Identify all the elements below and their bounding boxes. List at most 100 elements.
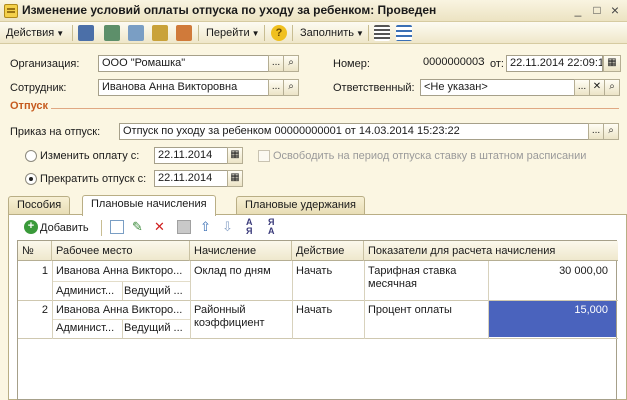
delete-icon[interactable]: ✕ — [154, 219, 168, 234]
row-position: Ведущий ... — [124, 285, 183, 297]
tab-benefits[interactable]: Пособия — [8, 196, 71, 215]
column-divider — [122, 320, 123, 338]
search-icon[interactable]: ⌕ — [283, 79, 299, 96]
calendar-icon[interactable]: ▦ — [603, 55, 621, 72]
free-rate-label: Освободить на период отпуска ставку в шт… — [273, 150, 587, 162]
row-position: Ведущий ... — [124, 322, 183, 334]
change-pay-date-field[interactable]: 22.11.2014 — [154, 147, 228, 164]
actions-label: Действия — [6, 27, 55, 39]
search-icon[interactable]: ⌕ — [603, 123, 619, 140]
goto-menu[interactable]: Перейти ▼ — [206, 25, 260, 41]
stop-leave-label: Прекратить отпуск с: — [40, 173, 147, 185]
toolbar-separator — [198, 25, 199, 41]
section-title-leave: Отпуск — [10, 100, 49, 112]
actions-menu[interactable]: Действия ▼ — [6, 25, 64, 41]
move-down-icon[interactable]: ⇩ — [222, 219, 233, 235]
window-title: Изменение условий оплаты отпуска по уход… — [22, 3, 437, 17]
row-indicator: Тарифная ставка — [368, 265, 457, 277]
calendar-icon[interactable]: ▦ — [227, 147, 243, 164]
row-accrual: Районный — [194, 304, 246, 316]
employee-label: Сотрудник: — [10, 82, 67, 94]
row-value-selected[interactable]: 15,000 — [488, 301, 616, 337]
accruals-grid: № Рабочее место Начисление Действие Пока… — [17, 240, 618, 400]
toolbar-separator — [72, 25, 73, 41]
sort-descending-icon[interactable]: ЯA — [268, 218, 275, 236]
end-edit-icon[interactable] — [177, 220, 191, 234]
list-view-icon[interactable] — [374, 25, 390, 41]
move-up-icon[interactable]: ⇧ — [200, 219, 211, 235]
change-pay-label: Изменить оплату с: — [40, 150, 140, 162]
column-divider — [190, 261, 191, 339]
org-select-button[interactable]: ... — [268, 55, 284, 72]
column-header-accrual[interactable]: Начисление — [190, 241, 292, 261]
maximize-button[interactable]: □ — [589, 2, 605, 18]
order-select-button[interactable]: ... — [588, 123, 604, 140]
add-button[interactable]: Добавить — [40, 220, 89, 236]
number-field[interactable]: 000000000З — [420, 55, 486, 72]
row-divider — [18, 338, 618, 339]
row-employee: Иванова Анна Викторо... — [56, 265, 183, 277]
row-department: Админист... — [56, 285, 115, 297]
order-label: Приказ на отпуск: — [10, 126, 101, 138]
column-header-indicators[interactable]: Показатели для расчета начисления — [364, 241, 618, 261]
subrow-divider — [53, 281, 190, 282]
column-divider — [364, 261, 365, 339]
chevron-down-icon: ▼ — [251, 29, 260, 38]
save-icon[interactable] — [104, 25, 120, 41]
org-field[interactable]: ООО "Ромашка" — [98, 55, 270, 72]
tab-planned-accruals[interactable]: Плановые начисления — [82, 195, 216, 216]
row-accrual: Оклад по дням — [194, 265, 271, 277]
column-header-action[interactable]: Действие — [292, 241, 364, 261]
column-header-num[interactable]: № — [18, 241, 52, 261]
row-value[interactable]: 30 000,00 — [490, 265, 608, 277]
toolbar-separator — [368, 25, 369, 41]
tab-planned-deductions[interactable]: Плановые удержания — [236, 196, 365, 215]
column-divider — [292, 261, 293, 339]
responsible-field[interactable]: <Не указан> — [420, 79, 575, 96]
row-indicator: Процент оплаты — [368, 304, 452, 316]
date-label: от: — [490, 58, 504, 70]
edit-icon[interactable]: ✎ — [132, 219, 146, 234]
row-accrual-cont: коэффициент — [194, 317, 265, 329]
fill-menu[interactable]: Заполнить ▼ — [300, 25, 364, 41]
clear-icon[interactable]: ✕ — [589, 79, 605, 96]
copy-row-icon[interactable] — [110, 220, 124, 234]
unpost-icon[interactable] — [176, 25, 192, 41]
row-action: Начать — [296, 265, 333, 277]
change-pay-radio[interactable] — [25, 150, 37, 162]
employee-select-button[interactable]: ... — [268, 79, 284, 96]
post-icon[interactable] — [152, 25, 168, 41]
help-icon[interactable]: ? — [271, 25, 287, 41]
order-field[interactable]: Отпуск по уходу за ребенком 00000000001 … — [119, 123, 589, 140]
chevron-down-icon: ▼ — [356, 29, 364, 38]
row-indicator-cont: месячная — [368, 278, 418, 290]
add-icon[interactable]: + — [24, 220, 38, 234]
grid-header: № Рабочее место Начисление Действие Пока… — [18, 241, 618, 261]
search-icon[interactable]: ⌕ — [604, 79, 620, 96]
minimize-button[interactable]: _ — [570, 2, 586, 18]
search-icon[interactable]: ⌕ — [283, 55, 299, 72]
copy-icon[interactable] — [128, 25, 144, 41]
employee-field[interactable]: Иванова Анна Викторовна — [98, 79, 270, 96]
fill-label: Заполнить — [300, 27, 355, 39]
row-number: 1 — [41, 265, 48, 277]
stop-leave-date-field[interactable]: 22.11.2014 — [154, 170, 228, 187]
responsible-select-button[interactable]: ... — [574, 79, 590, 96]
calendar-icon[interactable]: ▦ — [227, 170, 243, 187]
toolbar-separator — [101, 220, 102, 236]
org-label: Организация: — [10, 58, 80, 70]
column-header-workplace[interactable]: Рабочее место — [52, 241, 190, 261]
structure-icon[interactable] — [396, 25, 412, 41]
document-icon — [4, 4, 18, 18]
section-divider — [51, 108, 619, 109]
post-and-close-icon[interactable] — [78, 25, 94, 41]
close-button[interactable]: × — [607, 2, 623, 18]
date-field[interactable]: 22.11.2014 22:09:1 — [506, 55, 603, 72]
free-rate-checkbox[interactable] — [258, 150, 270, 162]
chevron-down-icon: ▼ — [56, 29, 65, 38]
number-label: Номер: — [333, 58, 370, 70]
stop-leave-radio[interactable] — [25, 173, 37, 185]
sort-ascending-icon[interactable]: AЯ — [246, 218, 253, 236]
row-employee: Иванова Анна Викторо... — [56, 304, 183, 316]
toolbar-separator — [264, 25, 265, 41]
